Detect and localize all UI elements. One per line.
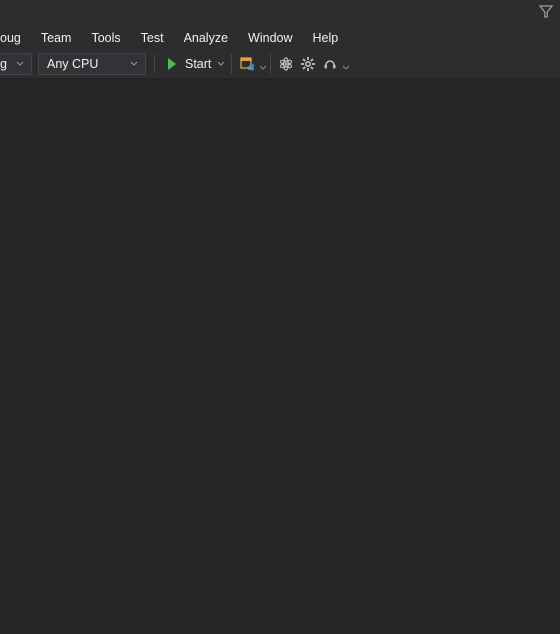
menu-test[interactable]: Test: [131, 28, 174, 48]
platform-combo-value: Any CPU: [47, 57, 127, 71]
overflow-caret[interactable]: [341, 53, 351, 75]
menu-label: oug: [0, 31, 21, 45]
feedback-icon: [322, 56, 338, 72]
play-icon: [165, 57, 179, 71]
filter-icon[interactable]: [538, 4, 554, 20]
config-combo-value: g: [0, 57, 13, 71]
start-button[interactable]: Start: [159, 53, 229, 75]
separator: [231, 54, 232, 74]
menu-team[interactable]: Team: [31, 28, 82, 48]
menu-label: Test: [141, 31, 164, 45]
feedback-button[interactable]: [319, 53, 341, 75]
menu-debug[interactable]: oug: [0, 28, 31, 48]
gear-icon: [300, 56, 316, 72]
separator: [270, 54, 271, 74]
chevron-down-icon: [127, 53, 141, 75]
menu-label: Analyze: [184, 31, 228, 45]
start-label: Start: [185, 57, 211, 71]
title-bar: [0, 0, 560, 25]
menu-tools[interactable]: Tools: [81, 28, 130, 48]
browser-link-button[interactable]: [236, 53, 258, 75]
menu-help[interactable]: Help: [303, 28, 349, 48]
menu-label: Help: [313, 31, 339, 45]
chevron-down-icon: [217, 60, 225, 68]
menu-analyze[interactable]: Analyze: [174, 28, 238, 48]
menu-window[interactable]: Window: [238, 28, 302, 48]
menu-bar: oug Team Tools Test Analyze Window Help: [0, 25, 560, 50]
toolbar: g Any CPU Start: [0, 50, 560, 79]
menu-label: Window: [248, 31, 292, 45]
menu-label: Team: [41, 31, 72, 45]
settings-button[interactable]: [297, 53, 319, 75]
config-combo[interactable]: g: [0, 53, 32, 75]
overflow-caret[interactable]: [258, 53, 268, 75]
separator: [154, 54, 155, 74]
atom-icon: [278, 56, 294, 72]
menu-label: Tools: [91, 31, 120, 45]
chevron-down-icon: [13, 53, 27, 75]
document-area: [0, 78, 560, 634]
browser-link-icon: [239, 56, 255, 72]
atom-button[interactable]: [275, 53, 297, 75]
platform-combo[interactable]: Any CPU: [38, 53, 146, 75]
